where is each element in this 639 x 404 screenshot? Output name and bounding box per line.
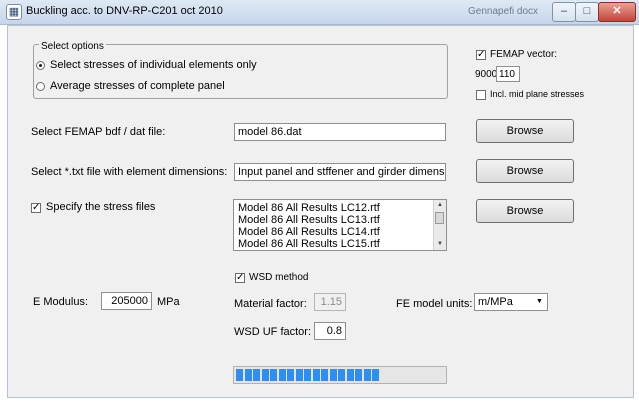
select-options-label: Select options (39, 41, 106, 52)
mid-plane-checkbox[interactable] (476, 90, 486, 100)
wsd-uf-label: WSD UF factor: (234, 326, 312, 338)
txt-file-input[interactable]: Input panel and stffener and girder dime… (234, 163, 446, 181)
progress-segment (245, 369, 252, 381)
scroll-up-icon[interactable]: ▲ (434, 200, 446, 211)
progress-segment (236, 369, 243, 381)
list-item[interactable]: Model 86 All Results LC15.rtf (238, 238, 380, 250)
minimize-button[interactable]: – (552, 2, 576, 22)
progress-segment (347, 369, 354, 381)
app-icon: ▦ (6, 4, 22, 20)
e-modulus-unit: MPa (157, 296, 180, 308)
progress-segment (313, 369, 320, 381)
check-icon: ✓ (477, 49, 486, 60)
progress-segment (364, 369, 371, 381)
progress-segment (304, 369, 311, 381)
maximize-button[interactable]: □ (575, 2, 599, 22)
list-item[interactable]: Model 86 All Results LC13.rtf (238, 214, 380, 226)
progress-segment (355, 369, 362, 381)
list-item[interactable]: Model 86 All Results LC12.rtf (238, 202, 380, 214)
progress-segment (279, 369, 286, 381)
radio-average-panel[interactable] (36, 82, 45, 91)
list-scrollbar[interactable]: ▲ ▼ (433, 200, 446, 250)
progress-segment (330, 369, 337, 381)
browse-bdf-button[interactable]: Browse (476, 119, 574, 143)
close-icon: ✕ (612, 5, 622, 17)
progress-fill (236, 369, 381, 381)
list-item[interactable]: Model 86 All Results LC14.rtf (238, 226, 380, 238)
progress-segment (253, 369, 260, 381)
material-factor-input[interactable]: 1.15 (314, 293, 346, 311)
wsd-method-label: WSD method (249, 272, 309, 283)
check-icon: ✓ (32, 202, 41, 213)
browse-txt-button[interactable]: Browse (476, 159, 574, 183)
e-modulus-label: E Modulus: (33, 296, 89, 308)
progress-segment (287, 369, 294, 381)
fe-units-label: FE model units: (396, 298, 473, 310)
fe-units-select[interactable]: m/MPa ▼ (474, 293, 548, 311)
progress-segment (372, 369, 379, 381)
browse-stress-button[interactable]: Browse (476, 199, 574, 223)
txt-file-label: Select *.txt file with element dimension… (31, 166, 228, 178)
maximize-icon: □ (583, 5, 591, 17)
stress-files-checkbox[interactable]: ✓ (31, 203, 41, 213)
radio-individual-elements[interactable] (36, 61, 45, 70)
progress-segment (296, 369, 303, 381)
femap-vector-label: FEMAP vector: (490, 49, 558, 60)
stress-files-list[interactable]: Model 86 All Results LC12.rtf Model 86 A… (233, 199, 447, 251)
femap-vector-input[interactable]: 110 (496, 66, 520, 82)
progress-segment (321, 369, 328, 381)
wsd-method-checkbox[interactable]: ✓ (235, 273, 245, 283)
background-window-title: Gennapefi docx (468, 6, 539, 17)
e-modulus-input[interactable]: 205000 (101, 292, 152, 310)
wsd-uf-input[interactable]: 0.8 (314, 322, 346, 340)
radio-individual-label: Select stresses of individual elements o… (50, 59, 257, 71)
close-button[interactable]: ✕ (598, 2, 636, 22)
scroll-down-icon[interactable]: ▼ (434, 239, 446, 250)
bdf-file-input[interactable]: model 86.dat (234, 123, 446, 141)
femap-vector-checkbox[interactable]: ✓ (476, 50, 486, 60)
progress-segment (270, 369, 277, 381)
chevron-down-icon: ▼ (536, 298, 543, 305)
window-title: Buckling acc. to DNV-RP-C201 oct 2010 (26, 5, 223, 17)
mid-plane-label: Incl. mid plane stresses (490, 89, 585, 99)
progress-bar (233, 366, 447, 384)
radio-average-label: Average stresses of complete panel (50, 80, 225, 92)
minimize-icon: – (560, 5, 568, 17)
progress-segment (262, 369, 269, 381)
stress-files-label: Specify the stress files (46, 201, 156, 213)
fe-units-value: m/MPa (478, 296, 513, 308)
scroll-thumb[interactable] (435, 212, 444, 224)
bdf-file-label: Select FEMAP bdf / dat file: (31, 126, 166, 138)
progress-segment (338, 369, 345, 381)
check-icon: ✓ (236, 272, 245, 283)
femap-vector-prefix: 9000 (475, 69, 498, 80)
material-factor-label: Material factor: (234, 298, 307, 310)
